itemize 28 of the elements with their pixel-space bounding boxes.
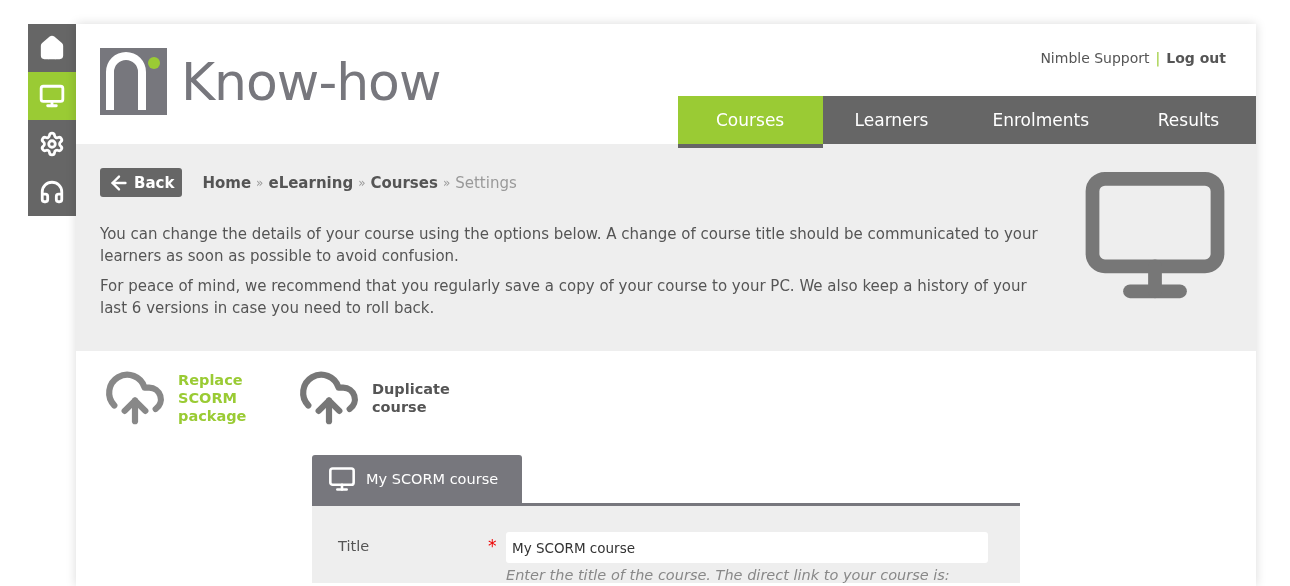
- intro-paragraph: You can change the details of your course using the options below. A change of course title should be communicated to your learners as soon as possible to avoid confusion.: [100, 224, 1039, 267]
- intro-paragraph: For peace of mind, we recommend that you regularly save a copy of your course to your PC. We also keep a history of your last 6 versions in case you need to roll back.: [100, 276, 1028, 319]
- course-tab[interactable]: My SCORM course: [312, 455, 523, 503]
- monitor-icon: [39, 83, 65, 109]
- breadcrumb-separator: »: [256, 175, 264, 190]
- breadcrumb-separator: »: [442, 175, 451, 190]
- back-button[interactable]: Back: [100, 168, 183, 197]
- separator: |: [1155, 50, 1161, 66]
- sidebar-item[interactable]: [28, 24, 76, 72]
- breadcrumb-link[interactable]: eLearning: [268, 173, 354, 192]
- sidebar-item[interactable]: [28, 168, 76, 216]
- required-mark: *: [488, 535, 498, 558]
- field-label: Title: [338, 537, 371, 556]
- breadcrumb-link[interactable]: Courses: [370, 173, 438, 192]
- logo-icon: [100, 48, 167, 115]
- headset-icon: [39, 179, 65, 205]
- brand-name: Know-how: [181, 55, 441, 108]
- settings-icon: [39, 131, 65, 157]
- breadcrumb-link[interactable]: Home: [202, 173, 252, 192]
- action-link[interactable]: Duplicate course: [298, 367, 454, 429]
- monitor-icon: [328, 465, 356, 493]
- field-hint: Enter the title of the course. The direct link to your course is:: [506, 567, 951, 583]
- home-icon: [39, 35, 65, 61]
- user-name: Nimble Support: [1040, 50, 1150, 66]
- logout-link[interactable]: Log out: [1166, 50, 1226, 66]
- title-input[interactable]: My SCORM course: [506, 532, 988, 563]
- breadcrumb-separator: »: [358, 175, 366, 190]
- sidebar-item[interactable]: [28, 120, 76, 168]
